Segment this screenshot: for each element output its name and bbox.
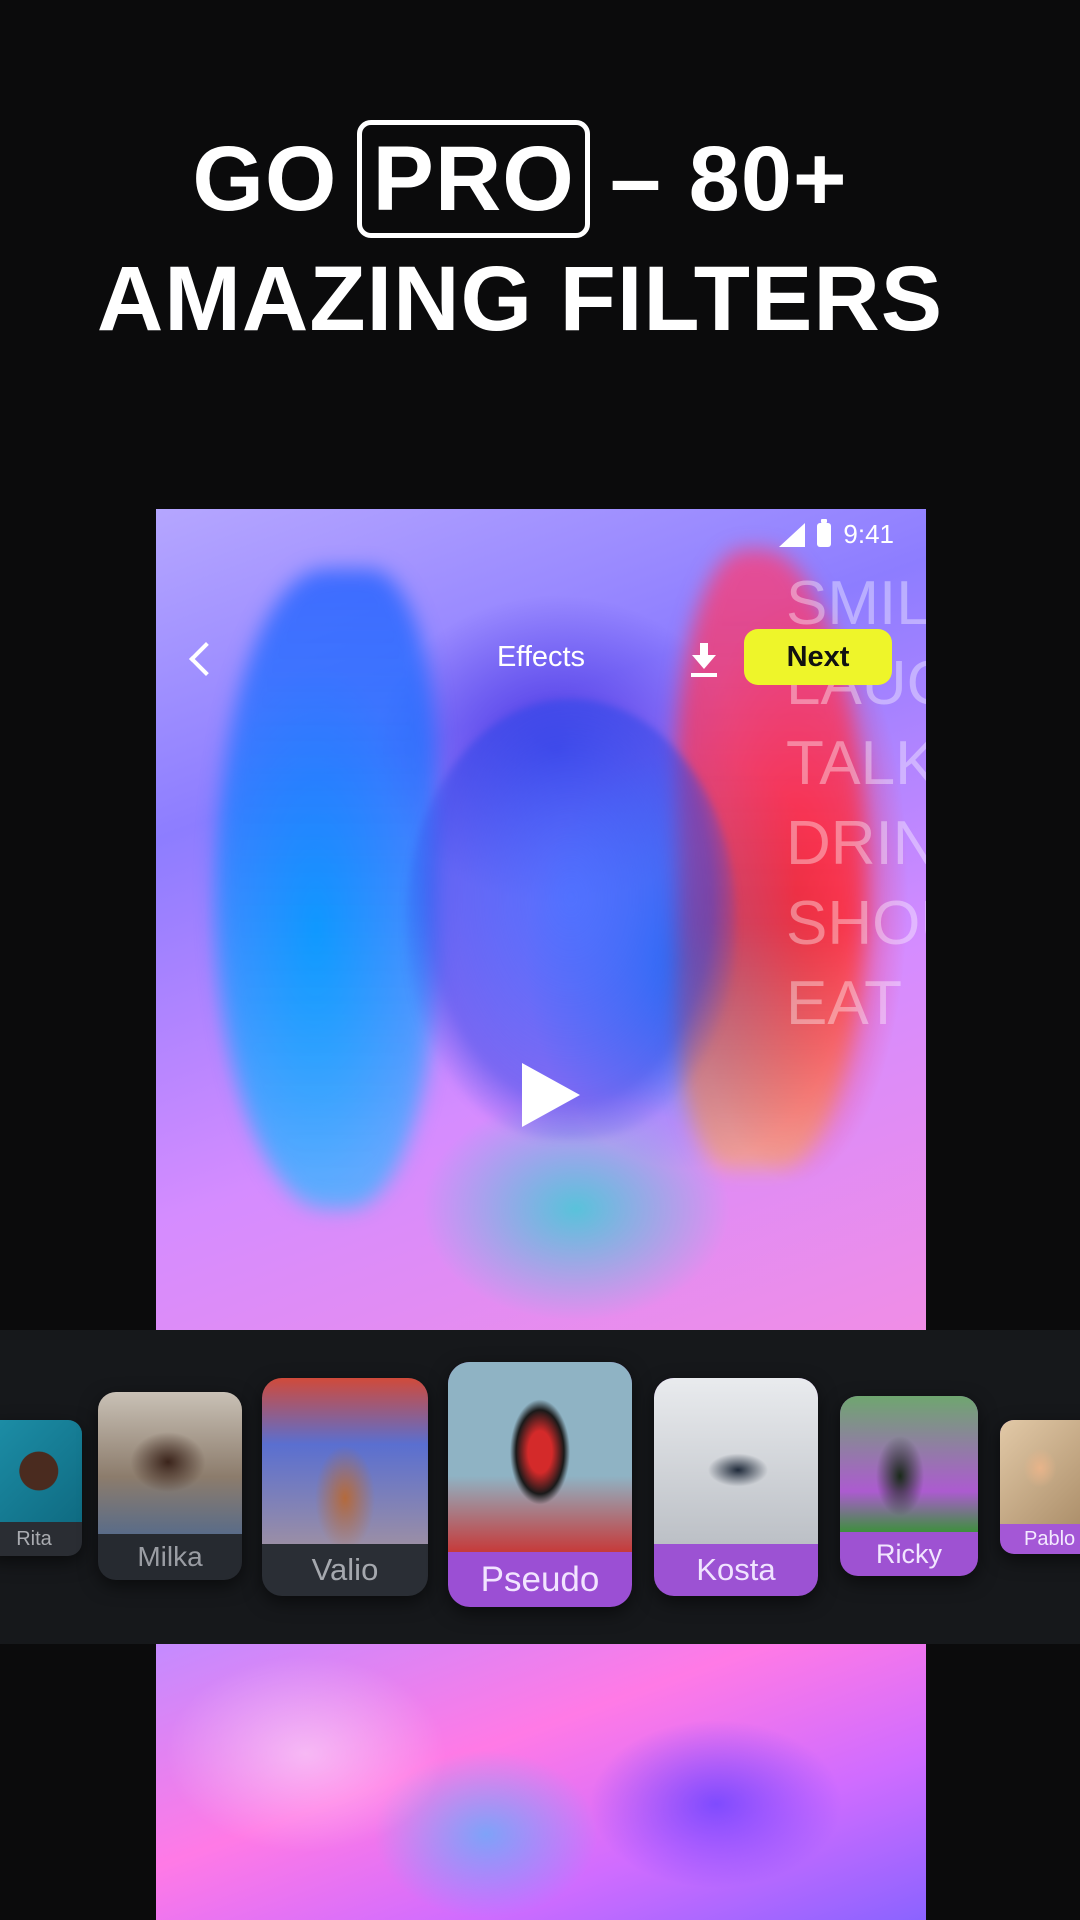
filter-item-rita[interactable]: Rita: [0, 1420, 82, 1556]
promo-headline: GO PRO – 80+ AMAZING FILTERS: [0, 120, 1040, 358]
headline-count: – 80+: [609, 128, 848, 230]
filter-label: Rita: [16, 1527, 52, 1550]
neon-word: SHOU: [786, 889, 926, 958]
neon-word: EAT: [786, 969, 902, 1038]
filter-label: Kosta: [696, 1552, 776, 1587]
filter-label: Pablo: [1024, 1527, 1076, 1550]
neon-word: TALK: [786, 729, 926, 798]
filter-thumbnail: [98, 1392, 242, 1534]
status-bar: 9:41: [779, 518, 894, 550]
headline-go: GO: [192, 128, 338, 230]
filter-thumbnail: [448, 1362, 632, 1552]
filter-thumbnail: [262, 1378, 428, 1544]
filter-item-milka[interactable]: Milka: [98, 1392, 242, 1580]
video-preview[interactable]: SMIL LAUG TALK DRIN SHOU EAT 9:41 Effect…: [156, 509, 926, 1330]
play-icon[interactable]: [516, 1057, 586, 1133]
signal-icon: [779, 522, 806, 547]
headline-line1: GO PRO – 80+: [0, 120, 1040, 238]
filter-thumbnail: [0, 1420, 82, 1522]
download-icon[interactable]: [684, 637, 724, 681]
filter-label: Milka: [137, 1541, 203, 1572]
filter-thumbnail: [1000, 1420, 1080, 1524]
filter-label: Ricky: [876, 1538, 942, 1569]
filter-carousel[interactable]: Rita Milka Valio Pseudo Kosta Ricky Pabl…: [0, 1330, 1080, 1644]
filter-item-pablo[interactable]: Pablo: [1000, 1420, 1080, 1554]
filter-label: Valio: [311, 1552, 379, 1587]
editor-topbar: Effects Next: [156, 629, 926, 689]
headline-pro-box: PRO: [357, 120, 590, 238]
filter-thumbnail: [654, 1378, 818, 1544]
status-time: 9:41: [843, 519, 894, 549]
headline-line2: AMAZING FILTERS: [96, 248, 944, 350]
battery-icon: [817, 518, 832, 547]
video-preview-continuation: [156, 1644, 926, 1920]
filter-label: Pseudo: [480, 1559, 600, 1599]
filter-item-ricky[interactable]: Ricky: [840, 1396, 978, 1576]
filter-thumbnail: [840, 1396, 978, 1532]
filter-item-valio[interactable]: Valio: [262, 1378, 428, 1596]
neon-word: DRIN: [786, 809, 926, 878]
filter-item-pseudo[interactable]: Pseudo: [448, 1362, 632, 1607]
filter-item-kosta[interactable]: Kosta: [654, 1378, 818, 1596]
next-button[interactable]: Next: [744, 629, 892, 685]
